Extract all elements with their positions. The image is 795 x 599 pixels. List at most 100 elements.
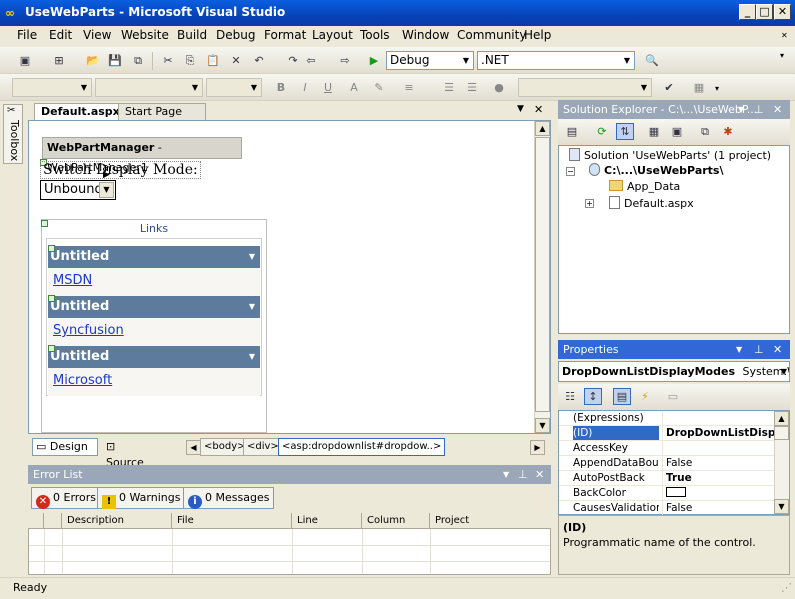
cut-icon[interactable]: ✂ — [159, 52, 177, 69]
scroll-down-icon[interactable]: ▼ — [774, 499, 789, 514]
webpart-title-bar[interactable]: Untitled ▼ — [48, 296, 260, 318]
messages-filter-button[interactable]: i0 Messages — [183, 487, 275, 509]
menu-window[interactable]: Window — [402, 28, 449, 42]
tab-start-page[interactable]: Start Page — [118, 103, 206, 121]
toolbox-label[interactable]: Toolbox — [5, 120, 21, 164]
view-designer-icon[interactable]: ▣ — [668, 123, 686, 140]
scroll-down-icon[interactable]: ▼ — [535, 418, 550, 433]
breadcrumb-scroll-right-icon[interactable]: ▶ — [530, 440, 545, 455]
close-icon[interactable]: ✕ — [773, 100, 782, 119]
maximize-button[interactable]: □ — [756, 4, 773, 20]
collapse-icon[interactable]: − — [566, 167, 575, 176]
close-icon[interactable]: ✕ — [773, 340, 782, 359]
tab-default-aspx[interactable]: Default.aspx — [34, 103, 127, 121]
column-header-file[interactable]: File — [172, 513, 292, 529]
breadcrumb-dropdownlist[interactable]: <asp:dropdownlist#dropdow..> — [278, 438, 446, 456]
properties-icon[interactable]: ▤ — [563, 123, 581, 140]
menu-website[interactable]: Website — [121, 28, 169, 42]
breadcrumb-scroll-left-icon[interactable]: ◀ — [186, 440, 201, 455]
property-row-appenddatabound[interactable]: AppendDataBour False — [559, 456, 774, 471]
scroll-up-icon[interactable]: ▲ — [535, 121, 550, 136]
expand-icon[interactable]: + — [585, 199, 594, 208]
column-header-index[interactable] — [44, 513, 62, 529]
smart-tag-icon[interactable]: ▶ — [103, 170, 113, 180]
block-format-combo[interactable]: ▼ — [12, 78, 92, 97]
property-row-backcolor[interactable]: BackColor — [559, 486, 774, 501]
redo-icon[interactable]: ↷ — [284, 52, 302, 69]
delete-icon[interactable]: ✕ — [227, 52, 245, 69]
properties-header[interactable]: Properties ▼ ⊥ ✕ — [558, 340, 790, 359]
menu-layout[interactable]: Layout — [312, 28, 353, 42]
view-code-icon[interactable]: ▦ — [645, 123, 663, 140]
close-button[interactable]: ✕ — [774, 4, 791, 20]
design-view-button[interactable]: ▭ Design — [32, 438, 98, 456]
solution-configuration-combo[interactable]: Debug ▼ — [386, 51, 474, 70]
tree-item-app-data[interactable]: App_Data — [609, 180, 680, 193]
bulleted-list-icon[interactable]: ☰ — [463, 79, 481, 96]
open-file-icon[interactable]: 📂 — [84, 52, 102, 69]
close-icon[interactable]: ✕ — [535, 465, 544, 484]
property-row-causesvalidation[interactable]: CausesValidation False — [559, 501, 774, 516]
asp-net-configuration-icon[interactable]: ✱ — [719, 123, 737, 140]
save-icon[interactable]: 💾 — [106, 52, 124, 69]
properties-object-selector[interactable]: DropDownListDisplayModes System.We ▼ — [558, 361, 790, 382]
font-name-combo[interactable]: ▼ — [95, 78, 203, 97]
property-value[interactable] — [662, 441, 774, 455]
tree-project-node[interactable]: C:\...\UseWebParts\ — [589, 163, 724, 177]
refresh-icon[interactable]: ⟳ — [593, 123, 611, 140]
toolbar-overflow-icon[interactable]: ▾ — [715, 84, 719, 93]
bold-button[interactable]: B — [272, 79, 290, 96]
breadcrumb-div[interactable]: <div> — [243, 438, 283, 456]
font-size-combo[interactable]: ▼ — [206, 78, 262, 97]
properties-view-icon[interactable]: ▤ — [613, 388, 631, 405]
link-microsoft[interactable]: Microsoft — [53, 373, 112, 388]
pin-icon[interactable]: ⊥ — [754, 100, 764, 119]
link-syncfusion[interactable]: Syncfusion — [53, 323, 124, 338]
column-header-column[interactable]: Column — [362, 513, 430, 529]
events-icon[interactable]: ⚡ — [636, 388, 654, 405]
webpart-menu-icon[interactable]: ▼ — [249, 346, 255, 368]
categorized-icon[interactable]: ☷ — [561, 388, 579, 405]
find-in-files-icon[interactable]: 🔍 — [643, 52, 661, 69]
menu-view[interactable]: View — [83, 28, 111, 42]
hyperlink-icon[interactable]: ● — [490, 79, 508, 96]
new-project-icon[interactable]: ▣ — [16, 52, 34, 69]
column-header-line[interactable]: Line — [292, 513, 362, 529]
solution-explorer-header[interactable]: Solution Explorer - C:\...\UseWebP... ▼ … — [558, 100, 790, 119]
scroll-thumb[interactable] — [774, 426, 789, 440]
close-document-icon[interactable]: ✕ — [781, 31, 788, 40]
menu-debug[interactable]: Debug — [216, 28, 255, 42]
tree-item-default-aspx[interactable]: Default.aspx — [609, 196, 694, 210]
property-row-accesskey[interactable]: AccessKey — [559, 441, 774, 456]
toolbar-overflow-icon[interactable]: ▾ — [780, 51, 784, 60]
nest-related-files-icon[interactable]: ⇅ — [616, 123, 634, 140]
webpart-menu-icon[interactable]: ▼ — [249, 296, 255, 318]
window-position-icon[interactable]: ▼ — [503, 465, 509, 484]
scroll-up-icon[interactable]: ▲ — [774, 411, 789, 426]
column-header-project[interactable]: Project — [430, 513, 550, 529]
property-value[interactable]: False — [662, 501, 774, 515]
close-document-icon[interactable]: ✕ — [534, 103, 543, 116]
target-schema-combo[interactable]: ▼ — [518, 78, 652, 97]
save-all-icon[interactable]: ⧉ — [129, 52, 147, 69]
undo-icon[interactable]: ↶ — [250, 52, 268, 69]
underline-button[interactable]: U — [319, 79, 337, 96]
source-view-button[interactable]: ⊡ Source — [102, 438, 156, 469]
property-row-autopostback[interactable]: AutoPostBack True — [559, 471, 774, 486]
alphabetical-icon[interactable]: ↕ — [584, 388, 602, 405]
error-list-header[interactable]: Error List ▼ ⊥ ✕ — [28, 465, 551, 484]
copy-icon[interactable]: ⎘ — [181, 52, 199, 69]
justify-icon[interactable]: ≡ — [400, 79, 418, 96]
menu-file[interactable]: File — [17, 28, 37, 42]
webpartmanager-control[interactable]: WebPartManager - WebPartManager1 — [42, 137, 242, 174]
property-value[interactable] — [662, 486, 774, 500]
property-value[interactable]: False — [662, 456, 774, 470]
tree-solution-node[interactable]: Solution 'UseWebParts' (1 project) — [569, 148, 771, 162]
menu-format[interactable]: Format — [264, 28, 306, 42]
column-header-type[interactable] — [28, 513, 44, 529]
property-row-expressions[interactable]: (Expressions) — [559, 411, 774, 426]
menu-help[interactable]: Help — [524, 28, 551, 42]
spellcheck-icon[interactable]: ▦ — [690, 79, 708, 96]
menu-build[interactable]: Build — [177, 28, 207, 42]
scroll-thumb[interactable] — [535, 137, 550, 412]
